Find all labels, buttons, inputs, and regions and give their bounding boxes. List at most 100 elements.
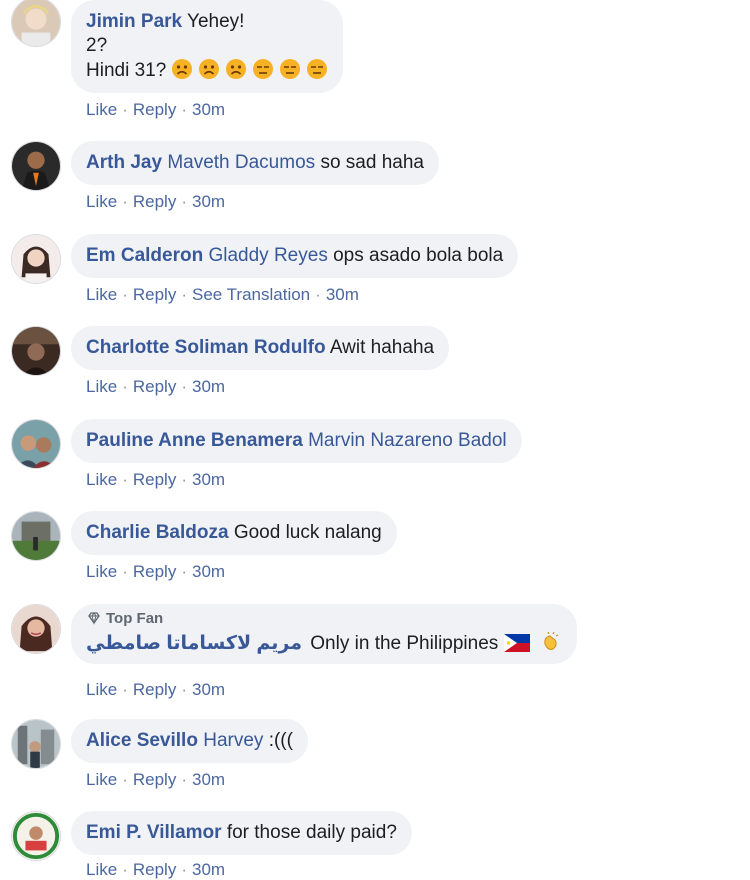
- timestamp-link[interactable]: 30m: [192, 377, 225, 396]
- see-translation-link[interactable]: See Translation: [192, 285, 310, 304]
- tagged-user[interactable]: Marvin Nazareno Badol: [308, 430, 507, 451]
- reply-link[interactable]: Reply: [133, 285, 176, 304]
- reply-link[interactable]: Reply: [133, 770, 176, 789]
- comment-text: :(((: [268, 730, 293, 751]
- separator: ·: [181, 770, 187, 789]
- separator: ·: [181, 100, 187, 119]
- comment-bubble: Emi P. Villamor for those daily paid?: [71, 811, 412, 855]
- like-link[interactable]: Like: [86, 285, 117, 304]
- avatar[interactable]: [11, 0, 61, 47]
- reply-link[interactable]: Reply: [133, 860, 176, 879]
- diamond-icon: [88, 612, 100, 625]
- reply-link[interactable]: Reply: [133, 377, 176, 396]
- avatar[interactable]: [11, 234, 61, 284]
- sad-face-icon: [198, 58, 220, 80]
- like-link[interactable]: Like: [86, 770, 117, 789]
- comment-text: Only in the Philippines: [310, 633, 499, 654]
- separator: ·: [122, 377, 128, 396]
- comment-text: Hindi 31?: [86, 60, 167, 81]
- tagged-user[interactable]: Gladdy Reyes: [208, 245, 327, 266]
- author-name[interactable]: Alice Sevillo: [86, 730, 198, 751]
- like-link[interactable]: Like: [86, 470, 117, 489]
- author-name[interactable]: Em Calderon: [86, 245, 203, 266]
- comment-actions: Like · Reply · 30m: [86, 860, 225, 880]
- sad-face-icon: [225, 58, 247, 80]
- separator: ·: [181, 285, 187, 304]
- comment-text: for those daily paid?: [226, 822, 397, 843]
- comment-bubble: Arth Jay Maveth Dacumos so sad haha: [71, 141, 439, 185]
- author-name[interactable]: Charlie Baldoza: [86, 522, 229, 543]
- comment-actions: Like · Reply · 30m: [86, 377, 225, 397]
- avatar[interactable]: [11, 811, 61, 861]
- comment-actions: Like · Reply · 30m: [86, 470, 225, 490]
- comment-text: so sad haha: [320, 152, 424, 173]
- timestamp-link[interactable]: 30m: [192, 680, 225, 699]
- avatar[interactable]: [11, 719, 61, 769]
- comment-text: Awit hahaha: [329, 337, 435, 358]
- like-link[interactable]: Like: [86, 100, 117, 119]
- like-link[interactable]: Like: [86, 860, 117, 879]
- separator: ·: [181, 860, 187, 879]
- comment-text: 2?: [86, 35, 108, 56]
- author-name[interactable]: Pauline Anne Benamera: [86, 430, 303, 451]
- author-name[interactable]: مريم لاكساماتا صامطي: [86, 633, 302, 654]
- author-name[interactable]: Charlotte Soliman Rodulfo: [86, 337, 326, 358]
- avatar[interactable]: [11, 511, 61, 561]
- avatar[interactable]: [11, 604, 61, 654]
- like-link[interactable]: Like: [86, 192, 117, 211]
- comment-actions: Like · Reply · 30m: [86, 680, 225, 700]
- separator: ·: [181, 680, 187, 699]
- timestamp-link[interactable]: 30m: [192, 770, 225, 789]
- timestamp-link[interactable]: 30m: [192, 100, 225, 119]
- separator: ·: [181, 562, 187, 581]
- avatar[interactable]: [11, 419, 61, 469]
- clapping-hands-icon: [540, 631, 562, 653]
- separator: ·: [122, 192, 128, 211]
- separator: ·: [315, 285, 321, 304]
- avatar[interactable]: [11, 141, 61, 191]
- timestamp-link[interactable]: 30m: [326, 285, 359, 304]
- tagged-user[interactable]: Maveth Dacumos: [167, 152, 315, 173]
- separator: ·: [181, 192, 187, 211]
- comment-bubble: Top Fan مريم لاكساماتا صامطي Only in the…: [71, 604, 578, 664]
- expressionless-face-icon: [306, 58, 328, 80]
- timestamp-link[interactable]: 30m: [192, 562, 225, 581]
- top-fan-badge[interactable]: Top Fan: [86, 610, 562, 628]
- comment-bubble: Pauline Anne Benamera Marvin Nazareno Ba…: [71, 419, 522, 463]
- comment-bubble: Charlotte Soliman Rodulfo Awit hahaha: [71, 326, 450, 370]
- sad-face-icon: [171, 58, 193, 80]
- reply-link[interactable]: Reply: [133, 470, 176, 489]
- comment-actions: Like · Reply · 30m: [86, 770, 225, 790]
- separator: ·: [122, 562, 128, 581]
- reply-link[interactable]: Reply: [133, 100, 176, 119]
- reply-link[interactable]: Reply: [133, 562, 176, 581]
- badge-label: Top Fan: [106, 610, 164, 627]
- separator: ·: [122, 285, 128, 304]
- comment-bubble: Alice Sevillo Harvey :(((: [71, 719, 308, 763]
- comment-actions: Like · Reply · See Translation · 30m: [86, 285, 359, 305]
- comment-actions: Like · Reply · 30m: [86, 562, 225, 582]
- expressionless-face-icon: [279, 58, 301, 80]
- separator: ·: [122, 100, 128, 119]
- separator: ·: [122, 860, 128, 879]
- comment-actions: Like · Reply · 30m: [86, 100, 225, 120]
- like-link[interactable]: Like: [86, 562, 117, 581]
- comment-text: Yehey!: [187, 11, 245, 32]
- author-name[interactable]: Emi P. Villamor: [86, 822, 222, 843]
- reply-link[interactable]: Reply: [133, 680, 176, 699]
- timestamp-link[interactable]: 30m: [192, 470, 225, 489]
- comment-actions: Like · Reply · 30m: [86, 192, 225, 212]
- like-link[interactable]: Like: [86, 377, 117, 396]
- reply-link[interactable]: Reply: [133, 192, 176, 211]
- author-name[interactable]: Jimin Park: [86, 11, 182, 32]
- timestamp-link[interactable]: 30m: [192, 192, 225, 211]
- comment-text: ops asado bola bola: [333, 245, 504, 266]
- like-link[interactable]: Like: [86, 680, 117, 699]
- timestamp-link[interactable]: 30m: [192, 860, 225, 879]
- expressionless-face-icon: [252, 58, 274, 80]
- comment-bubble: Jimin Park Yehey! 2? Hindi 31?: [71, 0, 344, 93]
- avatar[interactable]: [11, 326, 61, 376]
- separator: ·: [122, 470, 128, 489]
- author-name[interactable]: Arth Jay: [86, 152, 162, 173]
- tagged-user[interactable]: Harvey: [203, 730, 263, 751]
